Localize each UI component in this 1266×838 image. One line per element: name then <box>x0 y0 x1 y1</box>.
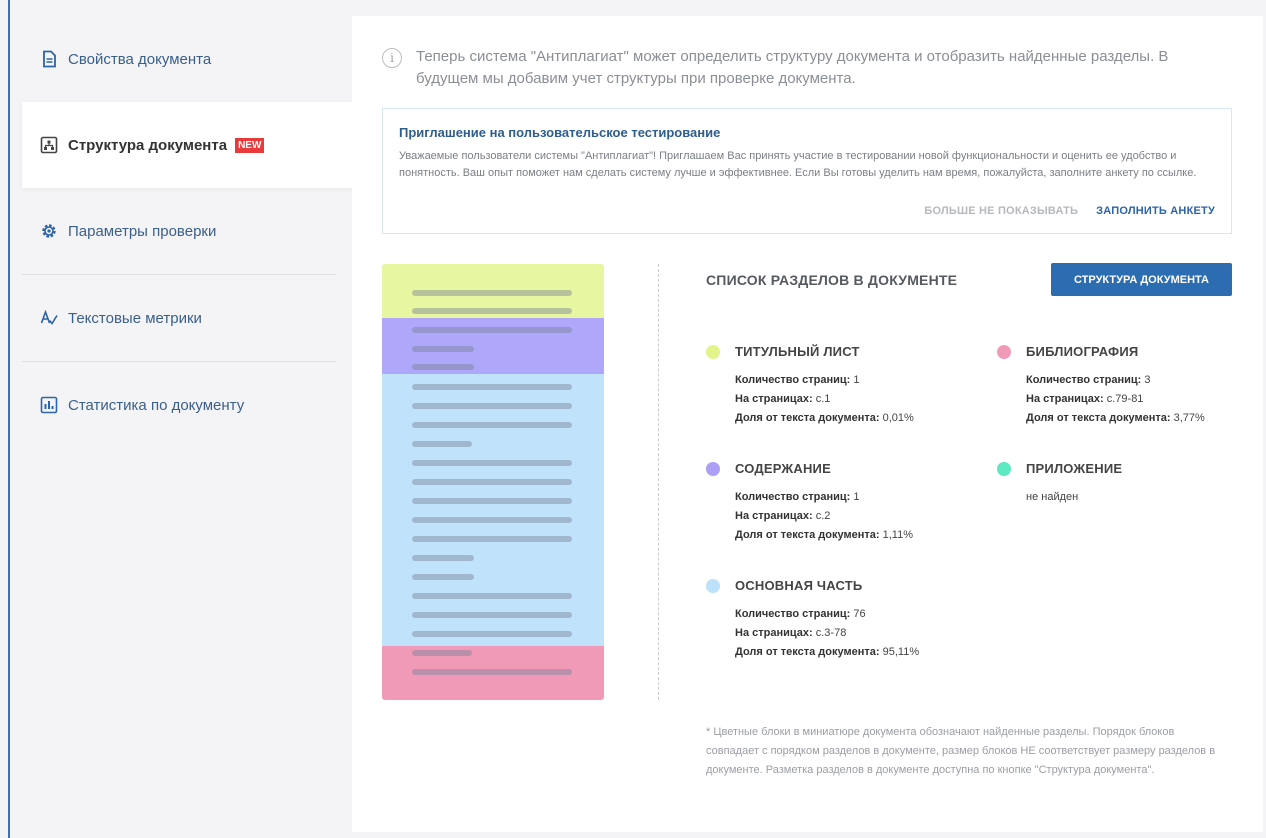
info-notice: i Теперь система "Антиплагиат" может опр… <box>382 46 1202 90</box>
structure-icon <box>40 136 58 154</box>
on-pages-label: На страницах: <box>735 510 813 522</box>
thumb-text-line <box>412 669 572 675</box>
on-pages-value: с.3-78 <box>815 627 847 639</box>
thumb-text-line <box>412 422 572 428</box>
section-title-page: ТИТУЛЬНЫЙ ЛИСТ Количество страниц: 1 На … <box>706 344 914 428</box>
share-value: 95,11% <box>882 646 920 658</box>
on-pages-label: На страницах: <box>1026 393 1104 405</box>
gear-icon <box>40 222 58 240</box>
pages-count-value: 1 <box>853 491 860 503</box>
thumb-text-line <box>412 479 572 485</box>
thumb-text-line <box>412 384 572 390</box>
text-metrics-icon <box>40 309 58 327</box>
on-pages-label: На страницах: <box>735 393 813 405</box>
thumb-text-line <box>412 631 572 637</box>
thumb-text-line <box>412 460 572 466</box>
sections-list-title: СПИСОК РАЗДЕЛОВ В ДОКУМЕНТЕ <box>706 272 958 288</box>
sidebar-item-label: Статистика по документу <box>68 396 245 414</box>
thumb-text-line <box>412 536 572 542</box>
thumb-text-line <box>412 290 572 296</box>
dismiss-button[interactable]: БОЛЬШЕ НЕ ПОКАЗЫВАТЬ <box>924 205 1078 217</box>
pages-count-value: 76 <box>853 608 866 620</box>
section-color-dot <box>706 578 720 593</box>
sidebar-item-label: Структура документа <box>68 136 228 154</box>
sidebar-item-label: Параметры проверки <box>68 222 217 240</box>
thumb-text-line <box>412 574 474 580</box>
section-bibliography: БИБЛИОГРАФИЯ Количество страниц: 3 На ст… <box>997 344 1205 428</box>
thumb-text-line <box>412 346 474 352</box>
thumb-text-line <box>412 498 572 504</box>
pages-count-label: Количество страниц: <box>735 374 851 386</box>
thumb-text-line <box>412 441 472 447</box>
section-name: ПРИЛОЖЕНИЕ <box>1026 461 1123 476</box>
info-text: Теперь система "Антиплагиат" может опред… <box>416 48 1169 87</box>
section-color-dot <box>997 344 1011 359</box>
fill-survey-button[interactable]: ЗАПОЛНИТЬ АНКЕТУ <box>1096 205 1215 217</box>
share-value: 1,11% <box>882 529 913 541</box>
section-main-part: ОСНОВНАЯ ЧАСТЬ Количество страниц: 76 На… <box>706 578 919 662</box>
section-status: не найден <box>1026 491 1079 503</box>
section-color-dot <box>706 344 720 359</box>
sidebar-item-text-metrics[interactable]: Текстовые метрики <box>22 275 352 361</box>
invite-title: Приглашение на пользовательское тестиров… <box>399 125 721 140</box>
on-pages-value: с.2 <box>815 510 831 522</box>
thumb-text-line <box>412 593 572 599</box>
on-pages-value: с.1 <box>815 393 831 405</box>
section-name: БИБЛИОГРАФИЯ <box>1026 344 1139 359</box>
sidebar-item-label: Текстовые метрики <box>68 309 202 327</box>
share-label: Доля от текста документа: <box>735 646 880 658</box>
share-label: Доля от текста документа: <box>735 412 880 424</box>
pages-count-value: 1 <box>853 374 860 386</box>
thumb-text-line <box>412 327 572 333</box>
invite-text: Уважаемые пользователи системы "Антиплаг… <box>399 150 1197 179</box>
section-contents: СОДЕРЖАНИЕ Количество страниц: 1 На стра… <box>706 461 913 545</box>
thumb-text-line <box>412 555 474 561</box>
sidebar-item-document-structure[interactable]: Структура документа NEW <box>22 102 354 188</box>
pages-count-label: Количество страниц: <box>735 491 851 503</box>
on-pages-value: с.79-81 <box>1106 393 1144 405</box>
sidebar-item-document-statistics[interactable]: Статистика по документу <box>22 362 352 448</box>
thumb-text-line <box>412 364 474 370</box>
pages-count-value: 3 <box>1144 374 1151 386</box>
sidebar-item-check-parameters[interactable]: Параметры проверки <box>22 188 352 274</box>
section-name: ОСНОВНАЯ ЧАСТЬ <box>735 578 863 593</box>
footnote: * Цветные блоки в миниатюре документа об… <box>706 726 1216 776</box>
info-icon: i <box>382 48 402 68</box>
section-appendix: ПРИЛОЖЕНИЕ не найден <box>997 461 1122 507</box>
share-label: Доля от текста документа: <box>1026 412 1171 424</box>
invite-actions: БОЛЬШЕ НЕ ПОКАЗЫВАТЬ ЗАПОЛНИТЬ АНКЕТУ <box>924 205 1215 217</box>
thumb-text-line <box>412 612 572 618</box>
thumb-block-main-part <box>382 374 604 646</box>
share-value: 0,01% <box>882 412 914 424</box>
left-accent-rule <box>8 0 10 838</box>
on-pages-label: На страницах: <box>735 627 813 639</box>
pages-count-label: Количество страниц: <box>1026 374 1142 386</box>
main-panel: i Теперь система "Антиплагиат" может опр… <box>352 16 1263 832</box>
section-name: СОДЕРЖАНИЕ <box>735 461 831 476</box>
sidebar-nav: Свойства документа Структура документа N… <box>22 16 354 448</box>
new-badge: NEW <box>235 137 265 153</box>
chart-icon <box>40 396 58 414</box>
document-icon <box>40 50 58 68</box>
vertical-divider <box>658 264 659 700</box>
document-structure-button[interactable]: СТРУКТУРА ДОКУМЕНТА <box>1051 263 1232 296</box>
section-name: ТИТУЛЬНЫЙ ЛИСТ <box>735 344 860 359</box>
document-thumbnail <box>382 264 604 700</box>
section-color-dot <box>706 461 720 476</box>
thumb-text-line <box>412 403 572 409</box>
section-color-dot <box>997 461 1011 476</box>
thumb-text-line <box>412 517 572 523</box>
invite-banner: Приглашение на пользовательское тестиров… <box>382 108 1232 234</box>
pages-count-label: Количество страниц: <box>735 608 851 620</box>
thumb-text-line <box>412 308 572 314</box>
share-label: Доля от текста документа: <box>735 529 880 541</box>
share-value: 3,77% <box>1173 412 1205 424</box>
thumb-text-line <box>412 650 472 656</box>
sidebar-item-label: Свойства документа <box>68 50 212 68</box>
sidebar-item-document-properties[interactable]: Свойства документа <box>22 16 352 102</box>
